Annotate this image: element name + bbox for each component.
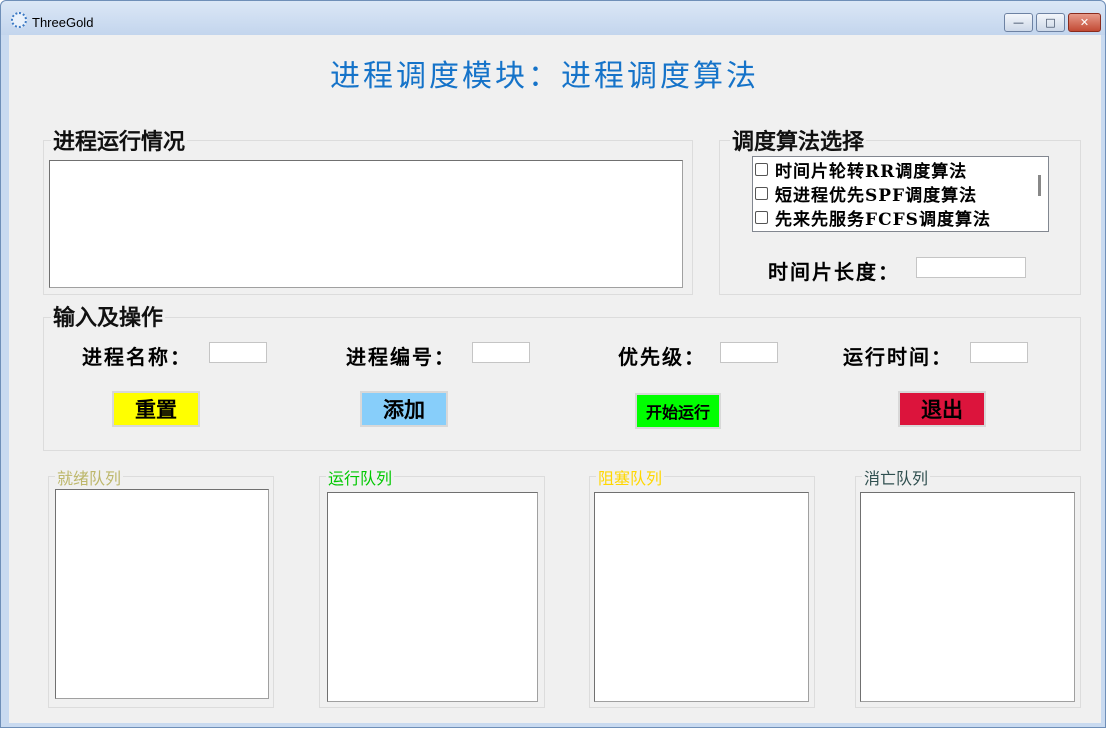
reset-button[interactable]: 重置	[112, 391, 200, 427]
checkbox-icon[interactable]	[755, 186, 768, 200]
list-scrollbar[interactable]	[1038, 175, 1041, 196]
run-time-input[interactable]	[970, 342, 1028, 363]
algorithm-option-fcfs[interactable]: 先来先服务FCFS调度算法	[755, 205, 991, 230]
checkbox-icon[interactable]	[755, 210, 768, 224]
algorithm-legend: 调度算法选择	[730, 124, 867, 156]
run-status-textarea[interactable]	[49, 160, 683, 288]
operation-legend: 输入及操作	[51, 300, 166, 332]
add-button[interactable]: 添加	[360, 391, 448, 427]
process-id-label: 进程编号：	[346, 345, 456, 369]
close-button[interactable]: ✕	[1068, 13, 1101, 32]
process-name-input[interactable]	[209, 342, 267, 363]
algorithm-option-label: 先来先服务FCFS调度算法	[775, 209, 991, 230]
algorithm-option-label: 时间片轮转RR调度算法	[775, 161, 968, 182]
running-queue-legend: 运行队列	[326, 465, 395, 489]
algorithm-checklist[interactable]: 时间片轮转RR调度算法 短进程优先SPF调度算法 先来先服务FCFS调度算法	[752, 156, 1049, 232]
operation-group	[43, 317, 1081, 451]
checkbox-icon[interactable]	[755, 162, 768, 176]
ready-queue-list[interactable]	[55, 489, 269, 699]
priority-label: 优先级：	[618, 345, 706, 369]
algorithm-option-label: 短进程优先SPF调度算法	[775, 185, 978, 206]
time-slice-input[interactable]	[916, 257, 1026, 278]
dead-queue-list[interactable]	[860, 492, 1075, 702]
run-time-label: 运行时间：	[843, 345, 953, 369]
process-name-label: 进程名称：	[82, 345, 192, 369]
blocked-queue-list[interactable]	[594, 492, 809, 702]
title-bar[interactable]: ThreeGold — □ ✕	[1, 1, 1105, 35]
dead-queue-legend: 消亡队列	[862, 465, 931, 489]
priority-input[interactable]	[720, 342, 778, 363]
exit-button[interactable]: 退出	[898, 391, 986, 427]
process-id-input[interactable]	[472, 342, 530, 363]
algorithm-option-rr[interactable]: 时间片轮转RR调度算法	[755, 157, 968, 182]
app-icon	[11, 12, 27, 28]
minimize-button[interactable]: —	[1004, 13, 1033, 32]
blocked-queue-legend: 阻塞队列	[596, 465, 665, 489]
running-queue-list[interactable]	[327, 492, 538, 702]
time-slice-label: 时间片长度：	[768, 260, 900, 284]
start-button[interactable]: 开始运行	[635, 393, 721, 429]
window-title: ThreeGold	[32, 15, 94, 30]
algorithm-option-spf[interactable]: 短进程优先SPF调度算法	[755, 181, 978, 206]
maximize-button[interactable]: □	[1036, 13, 1065, 32]
run-status-legend: 进程运行情况	[51, 124, 188, 156]
ready-queue-legend: 就绪队列	[55, 465, 124, 489]
page-title: 进程调度模块：进程调度算法	[330, 59, 759, 94]
